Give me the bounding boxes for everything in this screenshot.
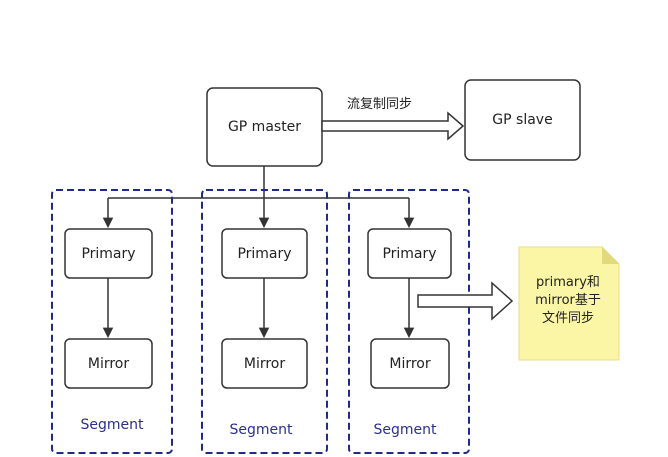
segment-group: Primary Mirror Segment [348,189,470,454]
note-fold-corner [602,247,619,264]
mirror-label: Mirror [389,356,430,372]
replication-arrow [321,111,465,141]
sticky-note: primary和 mirror基于 文件同步 [518,246,620,361]
file-sync-arrow [417,281,514,321]
gp-master-node: GP master [206,87,323,167]
segment-group: Primary Mirror Segment [51,189,173,454]
primary-label: Primary [237,246,291,262]
segment-group: Primary Mirror Segment [201,189,328,454]
segment-label: Segment [374,422,438,438]
segment-label: Segment [230,422,294,438]
gp-slave-label: GP slave [492,112,552,128]
gp-slave-node: GP slave [464,79,581,161]
mirror-label: Mirror [88,356,129,372]
primary-label: Primary [382,246,436,262]
replication-label: 流复制同步 [347,97,412,112]
gp-master-label: GP master [228,119,301,135]
architecture-diagram: GP master 流复制同步 GP slave Primary Mirror … [51,79,620,454]
note-line: primary和 [536,275,600,290]
master-distribution-lines [102,166,415,229]
primary-label: Primary [81,246,135,262]
note-line: mirror基于 [535,293,601,308]
segment-label: Segment [81,417,145,433]
note-line: 文件同步 [542,311,594,326]
mirror-label: Mirror [244,356,285,372]
